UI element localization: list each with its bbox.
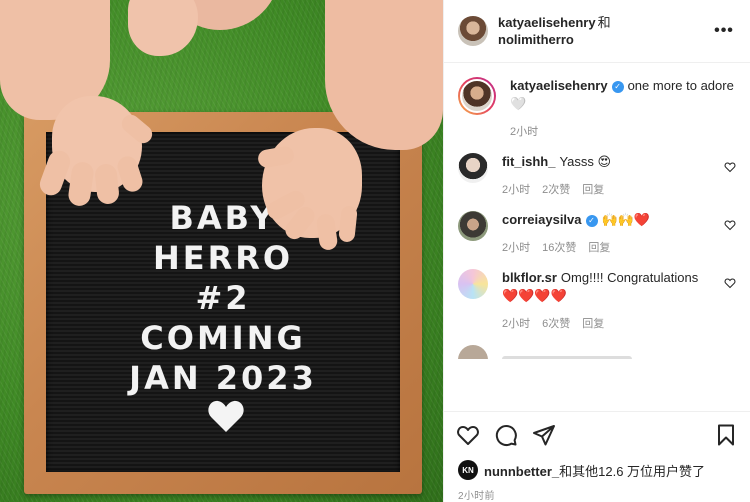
comment-avatar[interactable] [458, 345, 488, 359]
action-bar [444, 411, 750, 457]
author-avatar[interactable] [458, 16, 488, 46]
comment-item: fit_ishh_ Yasss 😍 2小时 2次赞 回复 [458, 153, 736, 197]
post-time: 2小时前 [458, 491, 495, 502]
heart-icon[interactable] [724, 277, 736, 289]
heart-icon[interactable] [724, 219, 736, 231]
baby-arm-right [325, 0, 443, 150]
comment-meta: 2小时 6次赞 回复 [502, 315, 714, 331]
reply-button[interactable]: 回复 [588, 239, 610, 255]
comment-meta: 2小时 16次赞 回复 [502, 239, 714, 255]
post-authors: katyaelisehenry 和 nolimitherro [498, 14, 712, 48]
post-photo[interactable]: BABY HERRO #2 COMING JAN 2023 [0, 0, 443, 502]
comment-avatar[interactable] [458, 269, 488, 299]
caption-username[interactable]: katyaelisehenry [510, 78, 608, 93]
heart-icon[interactable] [724, 161, 736, 173]
comment-likes[interactable]: 2次赞 [542, 181, 570, 197]
comment-avatar[interactable] [458, 211, 488, 241]
verified-icon: ✓ [585, 215, 598, 227]
comments-list: katyaelisehenry ✓ one more to adore 🤍 2小时 … [444, 63, 750, 411]
verified-icon: ✓ [611, 81, 624, 93]
comment-button[interactable] [494, 423, 518, 447]
likes-count-text: 和其他12.6 万位用户赞了 [559, 463, 706, 479]
author-username[interactable]: katyaelisehenry [498, 15, 596, 30]
comment-text-block: blkflor.sr Omg!!!! Congratulations ❤️❤️❤️… [502, 269, 714, 305]
comment-time: 2小时 [502, 184, 531, 196]
comment-meta: 2小时 2次赞 回复 [502, 181, 714, 197]
comment-text: Yasss 😍 [559, 154, 612, 169]
board-line: #2 [195, 279, 251, 317]
share-icon [533, 424, 555, 445]
comment-item-partial [458, 345, 736, 359]
like-button[interactable] [456, 423, 480, 447]
board-line: HERRO [152, 239, 294, 277]
comment-item: correiaysilva ✓ 🙌🙌❤️ 2小时 16次赞 回复 [458, 211, 736, 255]
caption: katyaelisehenry ✓ one more to adore 🤍 2小时 [458, 77, 736, 139]
liker-avatar[interactable]: KN [458, 460, 478, 480]
caption-avatar[interactable] [458, 77, 496, 115]
coauthor-username[interactable]: nolimitherro [498, 31, 712, 48]
comment-likes[interactable]: 6次赞 [542, 315, 570, 331]
board-line: COMING [140, 319, 306, 357]
post: BABY HERRO #2 COMING JAN 2023 katyaelise… [0, 0, 750, 502]
baby-foot [128, 0, 198, 56]
comment-text-partial [502, 356, 632, 359]
and-label: 和 [597, 15, 611, 30]
comment-time: 2小时 [502, 318, 531, 330]
caption-text-block: katyaelisehenry ✓ one more to adore 🤍 [510, 77, 736, 113]
share-button[interactable] [532, 423, 556, 447]
caption-meta: 2小时 [510, 123, 736, 139]
comment-username[interactable]: correiaysilva [502, 212, 582, 227]
comment-username[interactable]: blkflor.sr [502, 270, 557, 285]
post-sidebar: katyaelisehenry 和 nolimitherro ••• katyae… [443, 0, 750, 502]
comment-username[interactable]: fit_ishh_ [502, 154, 555, 169]
reply-button[interactable]: 回复 [582, 315, 604, 331]
comment-likes[interactable]: 16次赞 [542, 239, 576, 255]
post-header: katyaelisehenry 和 nolimitherro ••• [444, 0, 750, 63]
comment-text-block: correiaysilva ✓ 🙌🙌❤️ [502, 211, 714, 229]
board-heart-icon [208, 400, 244, 432]
reply-button[interactable]: 回复 [582, 181, 604, 197]
comment-text-block: fit_ishh_ Yasss 😍 [502, 153, 714, 171]
bookmark-icon [718, 424, 734, 445]
comment-text: 🙌🙌❤️ [601, 212, 651, 227]
likes-summary: KN nunnbetter_和其他12.6 万位用户赞了 [444, 457, 750, 483]
board-line: JAN 2023 [129, 359, 317, 397]
more-icon[interactable]: ••• [712, 19, 736, 43]
save-button[interactable] [714, 423, 738, 447]
heart-icon [457, 425, 479, 445]
comment-item: blkflor.sr Omg!!!! Congratulations ❤️❤️❤️… [458, 269, 736, 331]
likes-text[interactable]: nunnbetter_和其他12.6 万位用户赞了 [484, 461, 705, 480]
liker-username[interactable]: nunnbetter_ [484, 464, 559, 479]
comment-icon [495, 424, 517, 446]
comment-avatar[interactable] [458, 153, 488, 183]
comment-time: 2小时 [502, 242, 531, 254]
caption-time: 2小时 [510, 126, 539, 138]
